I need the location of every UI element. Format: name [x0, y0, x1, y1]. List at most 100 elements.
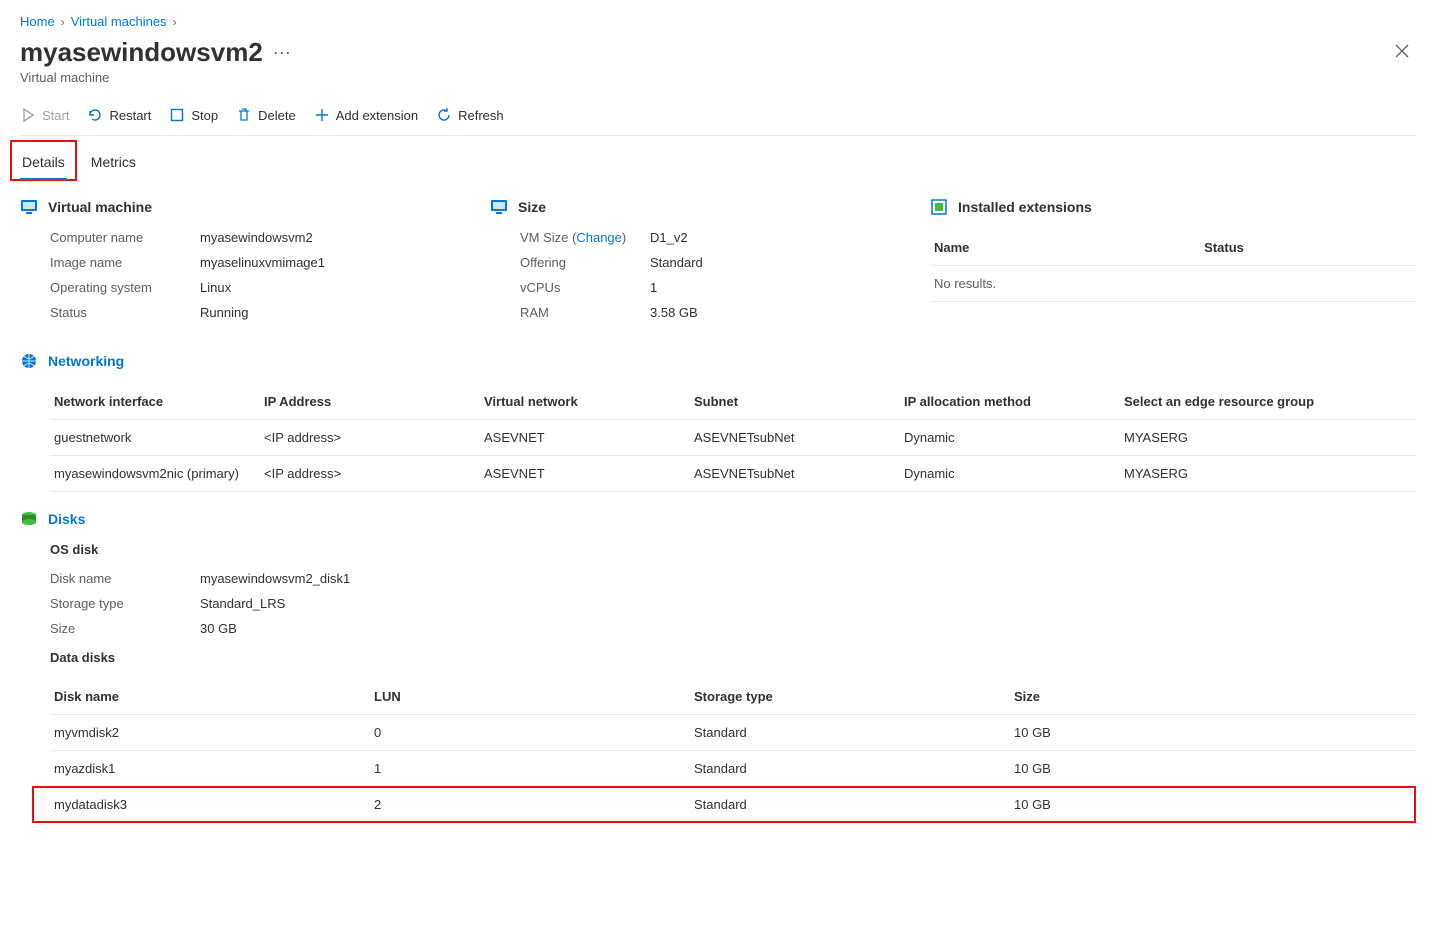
- image-name-value: myaselinuxvmimage1: [200, 255, 470, 270]
- table-row: myvmdisk2 0 Standard 10 GB: [50, 715, 1416, 751]
- os-stype-value: Standard_LRS: [200, 596, 1416, 611]
- table-row: myasewindowsvm2nic (primary) <IP address…: [50, 456, 1416, 492]
- dd-stype: Standard: [694, 761, 1014, 776]
- size-icon: [490, 198, 508, 216]
- restart-button[interactable]: Restart: [87, 107, 151, 123]
- size-section-head: Size: [490, 198, 910, 216]
- network-icon: [20, 352, 38, 370]
- net-col-subnet: Subnet: [694, 394, 904, 409]
- dd-stype: Standard: [694, 797, 1014, 812]
- dd-col-stype: Storage type: [694, 689, 1014, 704]
- tab-details-label: Details: [22, 154, 65, 170]
- add-extension-label: Add extension: [336, 108, 418, 123]
- vm-size-value: D1_v2: [650, 230, 910, 245]
- net-vnet: ASEVNET: [484, 430, 694, 445]
- page-title: myasewindowsvm2: [20, 37, 263, 68]
- command-bar: Start Restart Stop Delete Add extension …: [20, 99, 1416, 136]
- dd-stype: Standard: [694, 725, 1014, 740]
- ext-section-title: Installed extensions: [958, 199, 1092, 215]
- image-name-key: Image name: [50, 255, 200, 270]
- networking-title: Networking: [48, 353, 124, 369]
- tab-bar: Details Metrics: [20, 146, 1416, 180]
- page-subtitle: Virtual machine: [20, 70, 1416, 85]
- table-row: guestnetwork <IP address> ASEVNET ASEVNE…: [50, 420, 1416, 456]
- data-disks-head: Data disks: [20, 650, 1416, 665]
- stop-button[interactable]: Stop: [169, 107, 218, 123]
- dd-col-lun: LUN: [374, 689, 694, 704]
- os-disk-kv: Disk name myasewindowsvm2_disk1 Storage …: [20, 571, 1416, 636]
- breadcrumb: Home › Virtual machines ›: [20, 14, 1416, 29]
- os-key: Operating system: [50, 280, 200, 295]
- os-value: Linux: [200, 280, 470, 295]
- plus-icon: [314, 107, 330, 123]
- breadcrumb-home[interactable]: Home: [20, 14, 55, 29]
- vm-section-head: Virtual machine: [20, 198, 470, 216]
- net-col-ip: IP Address: [264, 394, 484, 409]
- change-size-link[interactable]: Change: [576, 230, 622, 245]
- tab-metrics[interactable]: Metrics: [89, 146, 138, 180]
- computer-name-key: Computer name: [50, 230, 200, 245]
- net-nic: guestnetwork: [54, 430, 264, 445]
- start-label: Start: [42, 108, 69, 123]
- ram-value: 3.58 GB: [650, 305, 910, 320]
- extensions-table: Name Status No results.: [930, 230, 1416, 302]
- net-rg: MYASERG: [1124, 430, 1412, 445]
- os-size-value: 30 GB: [200, 621, 1416, 636]
- more-icon[interactable]: ···: [273, 42, 291, 63]
- vcpus-key: vCPUs: [520, 280, 650, 295]
- networking-section-head[interactable]: Networking: [20, 352, 1416, 370]
- close-icon: [1394, 43, 1410, 59]
- refresh-button[interactable]: Refresh: [436, 107, 504, 123]
- dd-col-size: Size: [1014, 689, 1412, 704]
- disk-icon: [20, 510, 38, 528]
- computer-name-value: myasewindowsvm2: [200, 230, 470, 245]
- net-ip: <IP address>: [264, 430, 484, 445]
- delete-button[interactable]: Delete: [236, 107, 296, 123]
- ext-col-name: Name: [934, 240, 1204, 255]
- play-icon: [20, 107, 36, 123]
- start-button[interactable]: Start: [20, 107, 69, 123]
- net-alloc: Dynamic: [904, 466, 1124, 481]
- tab-details[interactable]: Details: [20, 146, 67, 180]
- net-ip: <IP address>: [264, 466, 484, 481]
- vcpus-value: 1: [650, 280, 910, 295]
- dd-size: 10 GB: [1014, 761, 1412, 776]
- dd-name: mydatadisk3: [54, 797, 374, 812]
- net-nic: myasewindowsvm2nic (primary): [54, 466, 264, 481]
- ext-col-status: Status: [1204, 240, 1412, 255]
- vm-section-title: Virtual machine: [48, 199, 152, 215]
- vm-size-key: VM Size (Change): [520, 230, 650, 245]
- tab-metrics-label: Metrics: [91, 154, 136, 170]
- net-col-alloc: IP allocation method: [904, 394, 1124, 409]
- dd-lun: 2: [374, 797, 694, 812]
- delete-label: Delete: [258, 108, 296, 123]
- os-disk-name-key: Disk name: [50, 571, 200, 586]
- restart-icon: [87, 107, 103, 123]
- dd-name: myazdisk1: [54, 761, 374, 776]
- dd-size: 10 GB: [1014, 797, 1412, 812]
- dd-lun: 1: [374, 761, 694, 776]
- ram-key: RAM: [520, 305, 650, 320]
- chevron-right-icon: ›: [173, 15, 177, 29]
- size-section-title: Size: [518, 199, 546, 215]
- close-button[interactable]: [1388, 37, 1416, 68]
- table-row: myazdisk1 1 Standard 10 GB: [50, 751, 1416, 787]
- net-alloc: Dynamic: [904, 430, 1124, 445]
- disks-section-head[interactable]: Disks: [20, 510, 1416, 528]
- dd-size: 10 GB: [1014, 725, 1412, 740]
- net-col-rg: Select an edge resource group: [1124, 394, 1412, 409]
- add-extension-button[interactable]: Add extension: [314, 107, 418, 123]
- restart-label: Restart: [109, 108, 151, 123]
- refresh-label: Refresh: [458, 108, 504, 123]
- net-col-vnet: Virtual network: [484, 394, 694, 409]
- net-vnet: ASEVNET: [484, 466, 694, 481]
- vm-icon: [20, 198, 38, 216]
- dd-lun: 0: [374, 725, 694, 740]
- table-row: mydatadisk3 2 Standard 10 GB: [50, 787, 1416, 823]
- offering-key: Offering: [520, 255, 650, 270]
- vm-kv: Computer name myasewindowsvm2 Image name…: [20, 230, 470, 320]
- status-key: Status: [50, 305, 200, 320]
- breadcrumb-vms[interactable]: Virtual machines: [71, 14, 167, 29]
- disks-title: Disks: [48, 511, 85, 527]
- chevron-right-icon: ›: [61, 15, 65, 29]
